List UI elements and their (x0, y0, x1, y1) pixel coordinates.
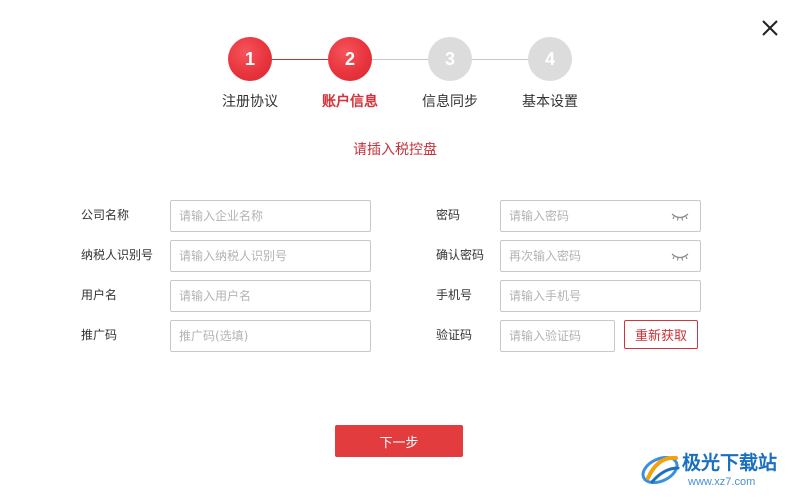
step-1-circle: 1 (228, 37, 272, 81)
eye-closed-icon[interactable] (670, 211, 690, 223)
step-2-label: 账户信息 (322, 94, 378, 110)
verify-code-field[interactable] (500, 320, 615, 352)
verify-code-label: 验证码 (436, 328, 473, 342)
step-3-label: 信息同步 (422, 94, 478, 110)
step-connector (372, 59, 428, 60)
password-label: 密码 (436, 208, 461, 222)
step-connector (272, 59, 328, 60)
promo-code-label: 推广码 (81, 328, 118, 342)
confirm-password-field[interactable] (500, 240, 701, 272)
aurora-logo-icon (641, 455, 680, 485)
company-name-field[interactable] (170, 200, 371, 232)
company-name-input[interactable] (171, 201, 370, 231)
password-field[interactable] (500, 200, 701, 232)
step-1-label: 注册协议 (222, 94, 278, 110)
eye-closed-icon[interactable] (670, 251, 690, 263)
step-4-circle: 4 (528, 37, 572, 81)
confirm-password-label: 确认密码 (436, 248, 485, 262)
username-input[interactable] (171, 281, 370, 311)
progress-stepper: 1 2 3 4 注册协议 账户信息 信息同步 基本设置 (0, 0, 800, 120)
promo-code-input[interactable] (171, 321, 370, 351)
next-step-button[interactable]: 下一步 (335, 425, 463, 457)
taxpayer-id-label: 纳税人识别号 (81, 248, 154, 262)
verify-code-input[interactable] (501, 321, 614, 351)
insert-device-hint: 请插入税控盘 (353, 142, 437, 158)
site-watermark: 极光下载站 www.xz7.com (638, 446, 798, 496)
resend-code-button[interactable]: 重新获取 (624, 320, 698, 349)
phone-input[interactable] (501, 281, 700, 311)
step-4-label: 基本设置 (522, 94, 578, 110)
taxpayer-id-field[interactable] (170, 240, 371, 272)
promo-code-field[interactable] (170, 320, 371, 352)
phone-label: 手机号 (436, 288, 473, 302)
username-field[interactable] (170, 280, 371, 312)
step-3-circle: 3 (428, 37, 472, 81)
step-2-circle: 2 (328, 37, 372, 81)
phone-field[interactable] (500, 280, 701, 312)
username-label: 用户名 (81, 288, 118, 302)
taxpayer-id-input[interactable] (171, 241, 370, 271)
watermark-url: www.xz7.com (688, 476, 756, 488)
watermark-name: 极光下载站 (682, 452, 778, 474)
step-connector (472, 59, 528, 60)
company-name-label: 公司名称 (81, 208, 130, 222)
